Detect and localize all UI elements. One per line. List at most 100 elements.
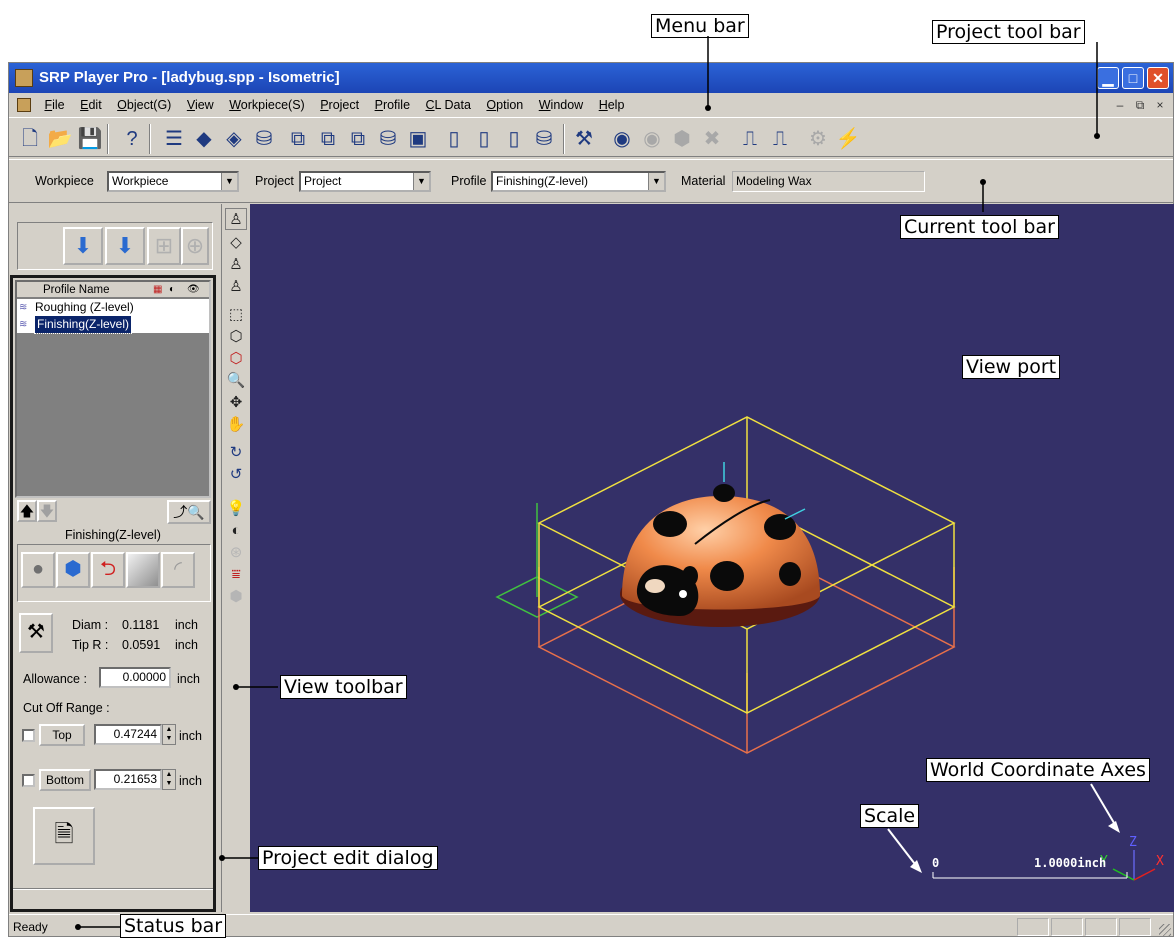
menu-option[interactable]: Option (480, 94, 529, 116)
copy-project-icon[interactable]: ⧉ (345, 126, 371, 152)
bottom-button[interactable]: Bottom (39, 769, 91, 791)
tool-settings-button[interactable]: ⚒ (19, 613, 53, 653)
gradient-surface-button[interactable] (126, 552, 160, 588)
chevron-down-icon[interactable]: ▼ (648, 173, 664, 190)
move-down-button[interactable]: 🡇 (37, 500, 57, 522)
solid-cube-button[interactable]: ⬢ (56, 552, 90, 588)
top-checkbox[interactable] (22, 729, 35, 742)
rotate-right-icon[interactable]: ↻ (225, 442, 247, 464)
menu-view[interactable]: View (181, 94, 220, 116)
mdi-close-button[interactable]: × (1153, 98, 1167, 112)
shading-icon[interactable]: ◐ (225, 520, 247, 542)
project-select[interactable]: Project ▼ (299, 171, 431, 192)
project-tool-icon[interactable]: ⛁ (375, 126, 401, 152)
wireframe-icon[interactable]: ⊛ (225, 542, 247, 564)
edit-workpiece-icon[interactable]: ◈ (221, 126, 247, 152)
menu-profile[interactable]: Profile (369, 94, 416, 116)
ladybug-spot (779, 562, 801, 586)
top-spinner[interactable]: ▲ ▼ (162, 724, 176, 745)
contour-lines-button[interactable]: ◜ (161, 552, 195, 588)
new-project-icon[interactable]: ⧉ (285, 126, 311, 152)
document-icon[interactable] (17, 98, 31, 112)
profile-select[interactable]: Finishing(Z-level) ▼ (491, 171, 666, 192)
menu-edit[interactable]: Edit (74, 94, 108, 116)
ladybug-eye (679, 590, 687, 598)
place-workpiece-button[interactable]: ⬇ (105, 227, 145, 265)
allowance-input[interactable]: 0.00000 (99, 667, 171, 688)
orient-disabled-button[interactable]: ⊞ (147, 227, 181, 265)
chevron-down-icon[interactable]: ▼ (413, 173, 429, 190)
maximize-button[interactable]: □ (1122, 67, 1144, 89)
output-icon[interactable]: ⎍ (737, 126, 763, 152)
apply-edit-button[interactable]: 🗎 (33, 807, 95, 865)
menu-window[interactable]: Window (533, 94, 589, 116)
hand-icon[interactable]: ✋ (225, 414, 247, 436)
bottom-spinner[interactable]: ▲ ▼ (162, 769, 176, 790)
menu-workpiece[interactable]: Workpiece(S) (223, 94, 311, 116)
menu-file[interactable]: File (38, 94, 70, 116)
origin-disabled-button[interactable]: ⊕ (181, 227, 209, 265)
output-all-icon[interactable]: ⎍ (767, 126, 793, 152)
copy-profile-icon[interactable]: ▯ (501, 126, 527, 152)
save-icon[interactable]: 💾 (77, 126, 103, 152)
edit-project-icon[interactable]: ⧉ (315, 126, 341, 152)
view-port[interactable]: Z X Y 0 1.0000inch (250, 204, 1174, 912)
import-workpiece-button[interactable]: ⬇ (63, 227, 103, 265)
top-button[interactable]: Top (39, 724, 85, 746)
delete-disabled-icon[interactable]: ✖ (699, 126, 725, 152)
fit-view-icon[interactable]: ⬚ (225, 304, 247, 326)
help-icon[interactable]: ? (119, 126, 145, 152)
separator-line (13, 888, 213, 890)
layers-icon[interactable]: ☰ (161, 126, 187, 152)
direction-arrow-button[interactable]: ⮌ (91, 552, 125, 588)
profile-row[interactable]: ≋ Roughing (Z-level) (17, 299, 209, 316)
workpiece-select[interactable]: Workpiece ▼ (107, 171, 239, 192)
pan-icon[interactable]: ✥ (225, 392, 247, 414)
bottom-input[interactable]: 0.21653 (94, 769, 162, 790)
move-up-button[interactable]: 🡅 (17, 500, 37, 522)
profile-row[interactable]: ≋ Finishing(Z-level) (17, 315, 209, 334)
profile-preview-button[interactable]: ⤴🔍 (167, 500, 211, 524)
cut-disabled-icon[interactable]: ⚡ (835, 126, 861, 152)
shaded-sphere-button[interactable]: ● (21, 552, 55, 588)
menu-help[interactable]: Help (593, 94, 631, 116)
solid-disabled-icon[interactable]: ⬢ (669, 126, 695, 152)
edit-profile-icon[interactable]: ▯ (471, 126, 497, 152)
rotate-view-icon[interactable]: ⬡ (225, 326, 247, 348)
project-preview-icon[interactable]: ▣ (405, 126, 431, 152)
bottom-checkbox[interactable] (22, 774, 35, 787)
section-icon[interactable]: ⩸ (225, 564, 247, 586)
resize-grip-icon[interactable] (1159, 924, 1171, 936)
close-button[interactable]: ✕ (1147, 67, 1169, 89)
new-file-icon[interactable]: 🗋 (17, 126, 43, 152)
isometric-view-icon[interactable]: ♙ (225, 208, 247, 230)
settings-disabled-icon[interactable]: ⚙ (805, 126, 831, 152)
top-view-icon[interactable]: ♙ (225, 276, 247, 298)
menu-cl-data[interactable]: CL Data (420, 94, 477, 116)
chevron-down-icon[interactable]: ▼ (221, 173, 237, 190)
zoom-box-icon[interactable]: ⬡ (225, 348, 247, 370)
light-bulb-icon[interactable]: 💡 (225, 498, 247, 520)
minimize-button[interactable]: ▁ (1097, 67, 1119, 89)
scale-value-label: 1.0000inch (1034, 856, 1107, 870)
profile-tool-icon[interactable]: ⛁ (531, 126, 557, 152)
menu-project[interactable]: Project (314, 94, 365, 116)
new-workpiece-icon[interactable]: ◆ (191, 126, 217, 152)
callout-scale: Scale (860, 804, 920, 828)
zoom-icon[interactable]: 🔍 (225, 370, 247, 392)
mdi-minimize-button[interactable]: – (1113, 98, 1127, 112)
mdi-restore-button[interactable]: ⧉ (1133, 98, 1147, 112)
side-view-icon[interactable]: ♙ (225, 254, 247, 276)
status-pane (1051, 918, 1083, 936)
simulate-disabled-icon[interactable]: ◉ (639, 126, 665, 152)
top-input[interactable]: 0.47244 (94, 724, 162, 745)
new-profile-icon[interactable]: ▯ (441, 126, 467, 152)
menu-object[interactable]: Object(G) (111, 94, 177, 116)
rotate-left-icon[interactable]: ↺ (225, 464, 247, 486)
workpiece-tool-icon[interactable]: ⛁ (251, 126, 277, 152)
simulate-icon[interactable]: ◉ (609, 126, 635, 152)
cutting-tool-icon[interactable]: ⚒ (571, 126, 597, 152)
front-view-icon[interactable]: ◇ (225, 232, 247, 254)
box-icon[interactable]: ⬢ (225, 586, 247, 608)
open-folder-icon[interactable]: 📂 (47, 126, 73, 152)
